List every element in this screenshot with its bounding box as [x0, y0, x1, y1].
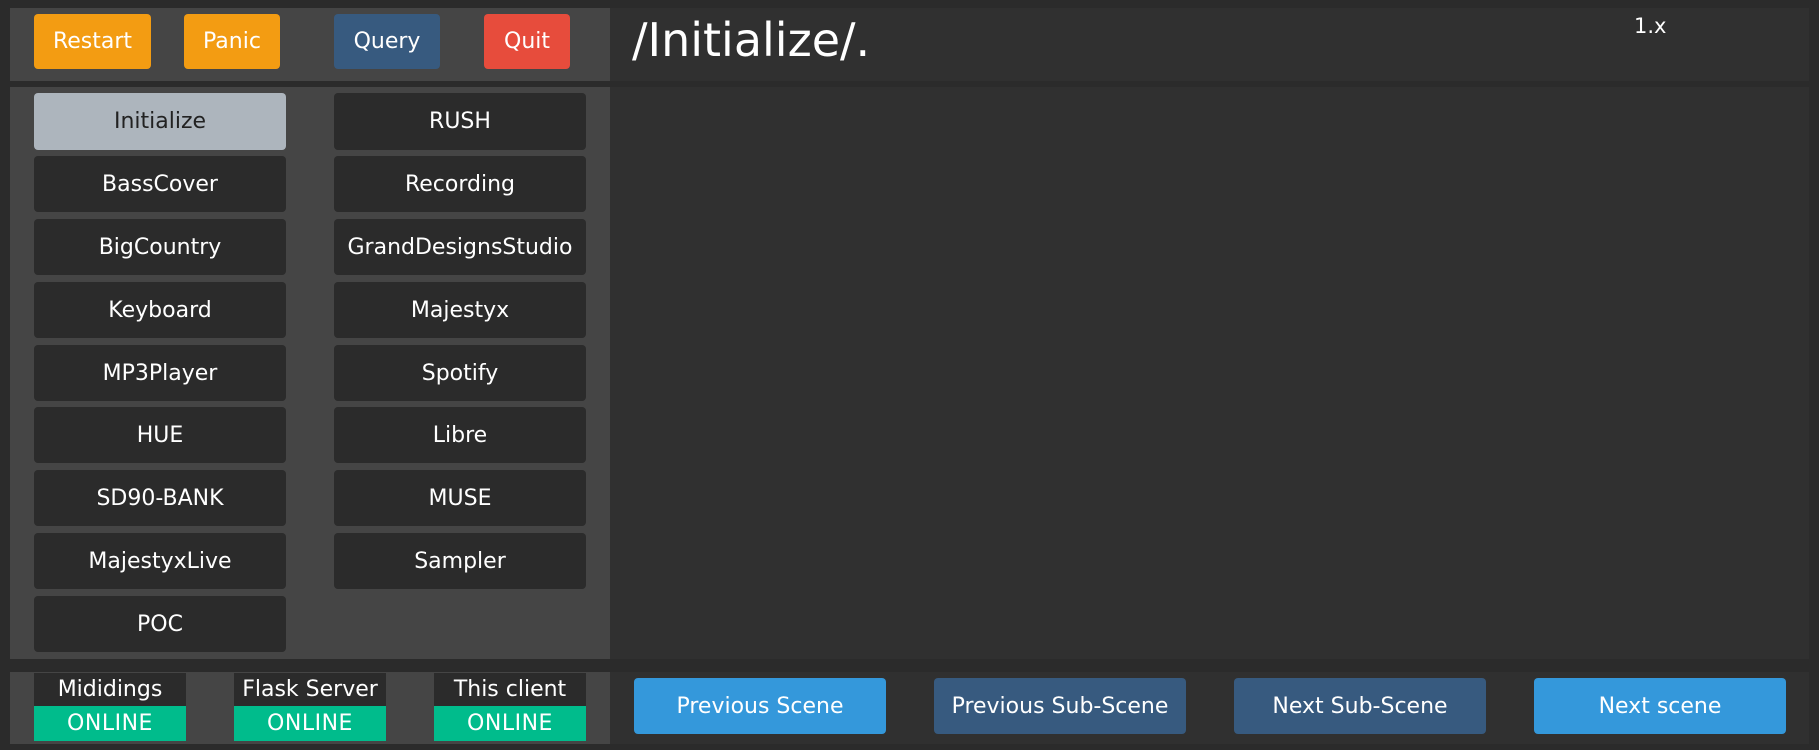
scene-button-muse[interactable]: MUSE [334, 470, 586, 526]
scene-button-hue[interactable]: HUE [34, 407, 286, 463]
scene-button-bigcountry[interactable]: BigCountry [34, 219, 286, 275]
scene-button-spotify[interactable]: Spotify [334, 345, 586, 401]
scene-button-sd90-bank[interactable]: SD90-BANK [34, 470, 286, 526]
previous-subscene-button[interactable]: Previous Sub-Scene [934, 678, 1186, 734]
scene-button-poc[interactable]: POC [34, 596, 286, 652]
query-button[interactable]: Query [334, 14, 440, 69]
panic-button[interactable]: Panic [184, 14, 280, 69]
quit-button[interactable]: Quit [484, 14, 570, 69]
status-label-mididings: Mididings [34, 673, 186, 706]
scene-button-keyboard[interactable]: Keyboard [34, 282, 286, 338]
next-subscene-button[interactable]: Next Sub-Scene [1234, 678, 1486, 734]
scene-button-mp3player[interactable]: MP3Player [34, 345, 286, 401]
scene-button-basscover[interactable]: BassCover [34, 156, 286, 212]
restart-button[interactable]: Restart [34, 14, 151, 69]
scene-button-libre[interactable]: Libre [334, 407, 586, 463]
status-label-flask-server: Flask Server [234, 673, 386, 706]
current-scene-title: /Initialize/. [632, 13, 871, 67]
subscene-content-area [610, 87, 1809, 659]
scene-button-majestyxlive[interactable]: MajestyxLive [34, 533, 286, 589]
scene-button-majestyx[interactable]: Majestyx [334, 282, 586, 338]
next-scene-button[interactable]: Next scene [1534, 678, 1786, 734]
status-badge-this-client: ONLINE [434, 706, 586, 741]
status-label-this-client: This client [434, 673, 586, 706]
status-badge-flask-server: ONLINE [234, 706, 386, 741]
scene-button-granddesignsstudio[interactable]: GrandDesignsStudio [334, 219, 586, 275]
status-badge-mididings: ONLINE [34, 706, 186, 741]
scene-button-recording[interactable]: Recording [334, 156, 586, 212]
scene-button-rush[interactable]: RUSH [334, 93, 586, 150]
scene-button-initialize[interactable]: Initialize [34, 93, 286, 150]
version-label: 1.x [1634, 14, 1667, 38]
previous-scene-button[interactable]: Previous Scene [634, 678, 886, 734]
scene-button-sampler[interactable]: Sampler [334, 533, 586, 589]
